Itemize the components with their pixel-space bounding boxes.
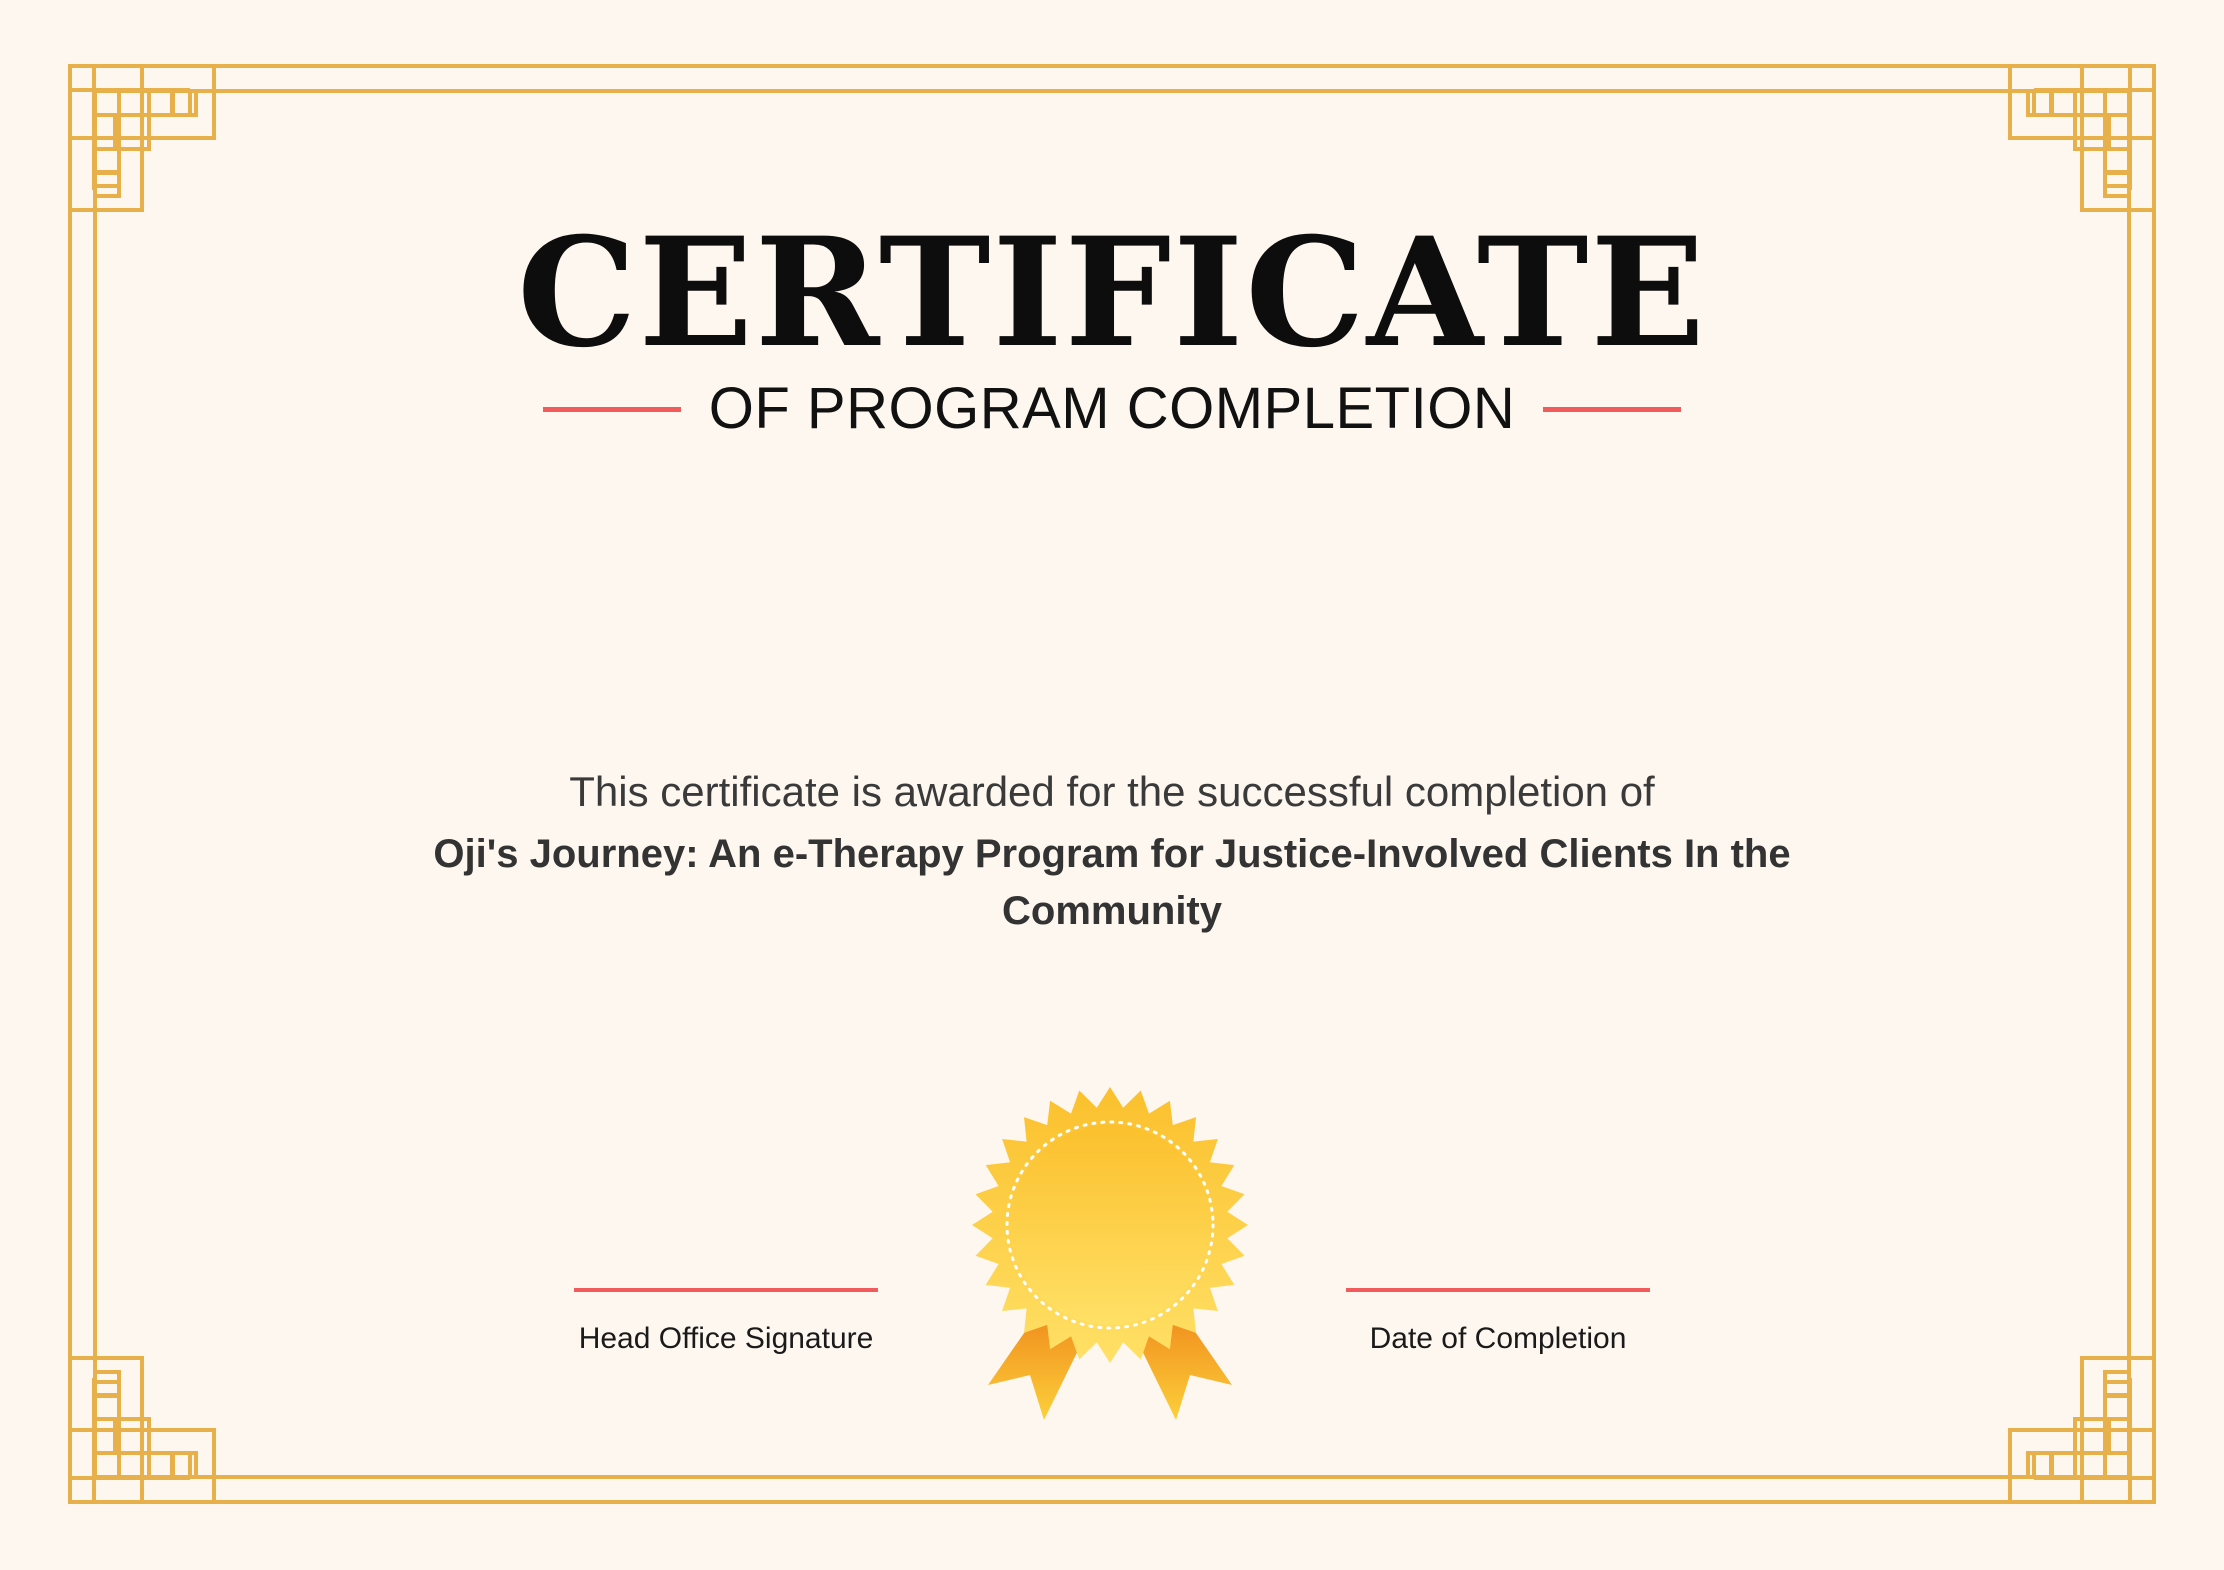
date-block: Date of Completion [1346,1288,1650,1356]
corner-ornament-bottom-left [68,1356,216,1504]
date-label: Date of Completion [1369,1322,1627,1355]
subtitle-rule-left [542,406,681,412]
seal-center [1010,1125,1210,1325]
signature-block: Head Office Signature [574,1288,878,1356]
corner-ornament-bottom-right [2008,1356,2156,1504]
corner-ornament-top-right [2008,64,2156,212]
award-seal-icon [972,1087,1248,1420]
corner-ornament-top-left [68,64,216,212]
certificate-title: CERTIFICATE [517,205,1707,381]
signature-label: Head Office Signature [578,1322,874,1355]
subtitle-row: OF PROGRAM COMPLETION [0,380,2224,438]
date-line [1346,1288,1650,1292]
program-name: Oji's Journey: An e-Therapy Program for … [433,832,1791,933]
subtitle-rule-right [1543,406,1682,412]
award-text: This certificate is awarded for the succ… [569,768,1655,815]
signature-line [574,1288,878,1292]
certificate-subtitle: OF PROGRAM COMPLETION [708,376,1516,441]
